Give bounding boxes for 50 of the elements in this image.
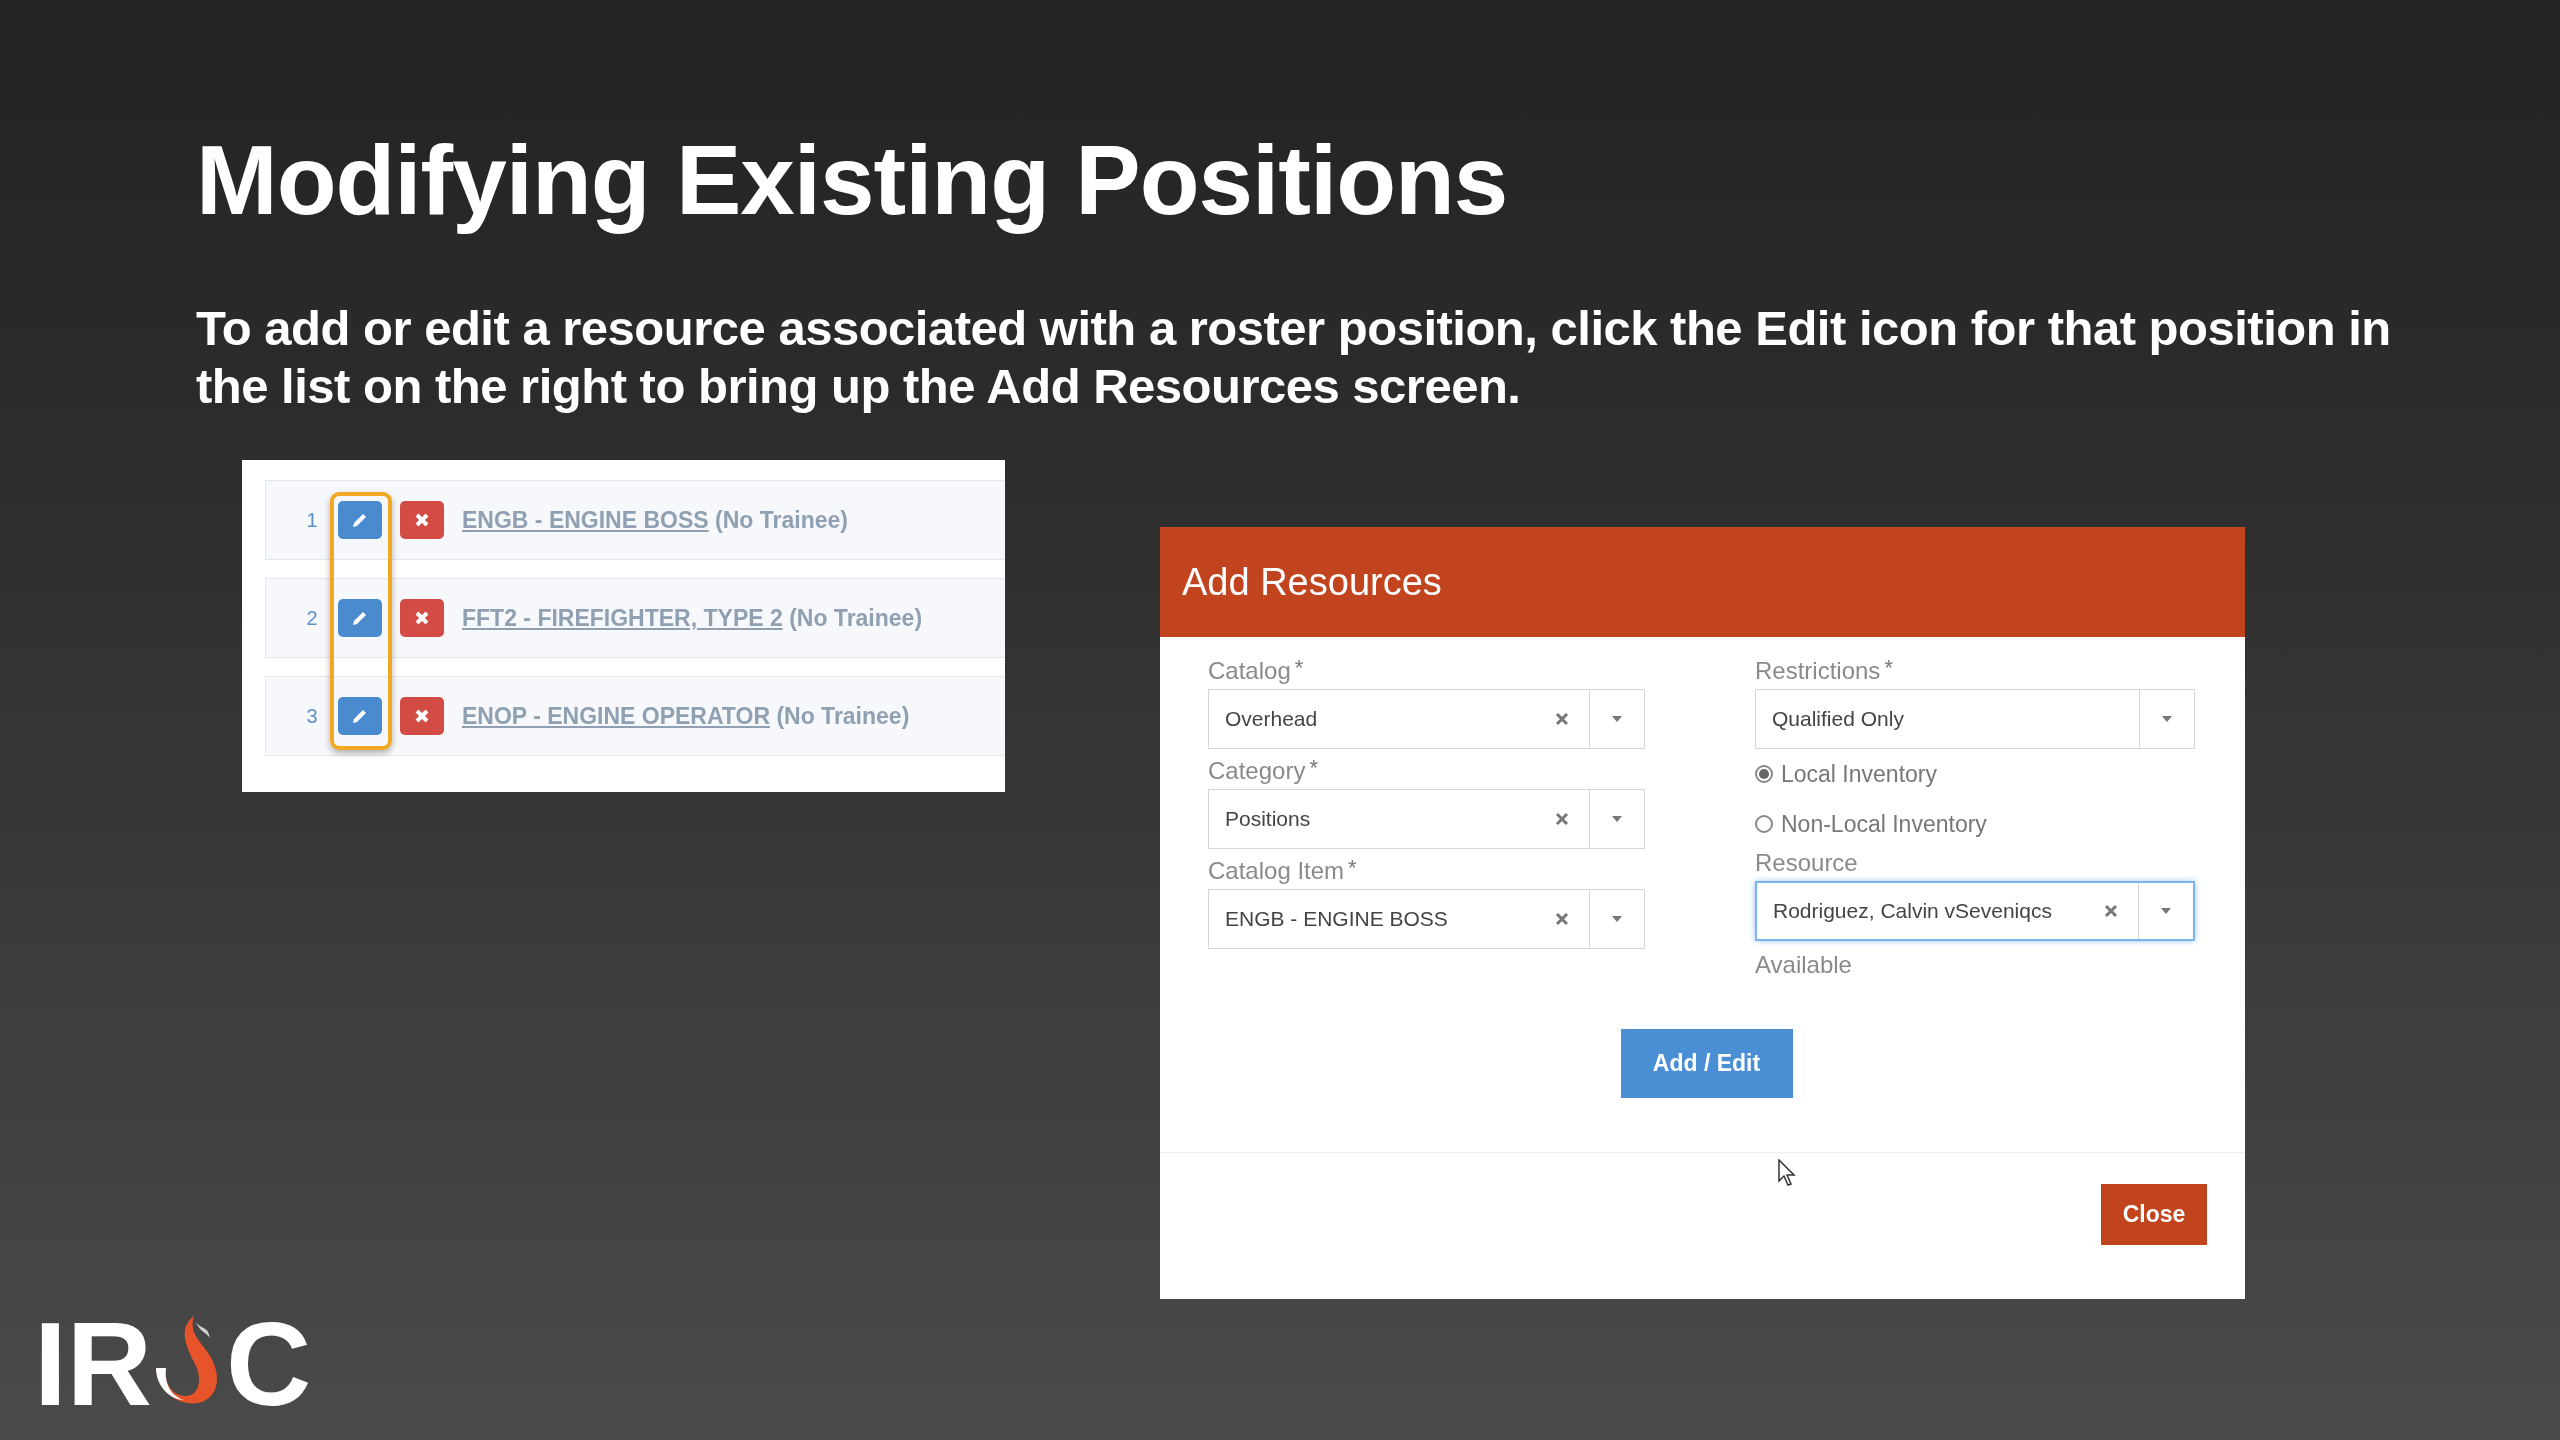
clear-icon (2104, 904, 2118, 918)
field-label: Category (1208, 757, 1306, 785)
logo-text: IR (34, 1316, 152, 1412)
caret-icon (1612, 816, 1622, 822)
dialog-title: Add Resources (1182, 560, 1442, 604)
edit-button[interactable] (338, 599, 382, 637)
field-label: Resource (1755, 849, 1858, 877)
field-label: Catalog Item (1208, 857, 1345, 885)
select-field[interactable]: Positions (1208, 789, 1645, 849)
clear-icon (1555, 912, 1569, 926)
delete-button[interactable] (400, 599, 444, 637)
row-number: 2 (305, 606, 319, 630)
required-mark: * (1309, 755, 1318, 781)
caret-icon (2162, 716, 2172, 722)
caret-icon (1612, 716, 1622, 722)
field-label: Restrictions (1755, 657, 1881, 685)
edit-button[interactable] (338, 501, 382, 539)
cursor-icon (1778, 1159, 1796, 1187)
clear-icon (1555, 812, 1569, 826)
select-field[interactable]: Overhead (1208, 689, 1645, 749)
radio-button[interactable] (1755, 815, 1773, 833)
close-icon (414, 708, 430, 724)
close-button[interactable]: Close (2101, 1184, 2207, 1245)
required-mark: * (1884, 655, 1893, 681)
radio-button[interactable] (1755, 765, 1773, 783)
status-text: Available (1755, 951, 1853, 979)
radio-label: Non-Local Inventory (1781, 810, 1987, 838)
logo-text: C (226, 1316, 312, 1412)
trainee-label: (No Trainee) (715, 506, 848, 533)
select-field[interactable]: ENGB - ENGINE BOSS (1208, 889, 1645, 949)
edit-button[interactable] (338, 697, 382, 735)
required-mark: * (1294, 655, 1304, 681)
caret-icon (1612, 916, 1622, 922)
trainee-label: (No Trainee) (789, 604, 923, 631)
close-icon (414, 512, 430, 528)
close-icon (414, 610, 430, 626)
trainee-label: (No Trainee) (776, 702, 910, 729)
row-number: 1 (305, 508, 319, 532)
caret-icon (2161, 908, 2171, 914)
select-field[interactable]: Rodriguez, Calvin vSeveniqcs (1755, 881, 2195, 941)
radio-label: Local Inventory (1781, 760, 1937, 788)
select-field[interactable]: Qualified Only (1755, 689, 2195, 749)
delete-button[interactable] (400, 697, 444, 735)
slide-title: Modifying Existing Positions (196, 125, 1509, 235)
delete-button[interactable] (400, 501, 444, 539)
required-mark: * (1348, 855, 1357, 881)
slide-body-text: To add or edit a resource associated with a roster position, click the Edit icon for that position in the list on the right to bring up the Add Resources screen. (196, 300, 2392, 415)
row-number: 3 (305, 704, 319, 728)
field-label: Catalog (1208, 657, 1291, 685)
clear-icon (1555, 712, 1569, 726)
